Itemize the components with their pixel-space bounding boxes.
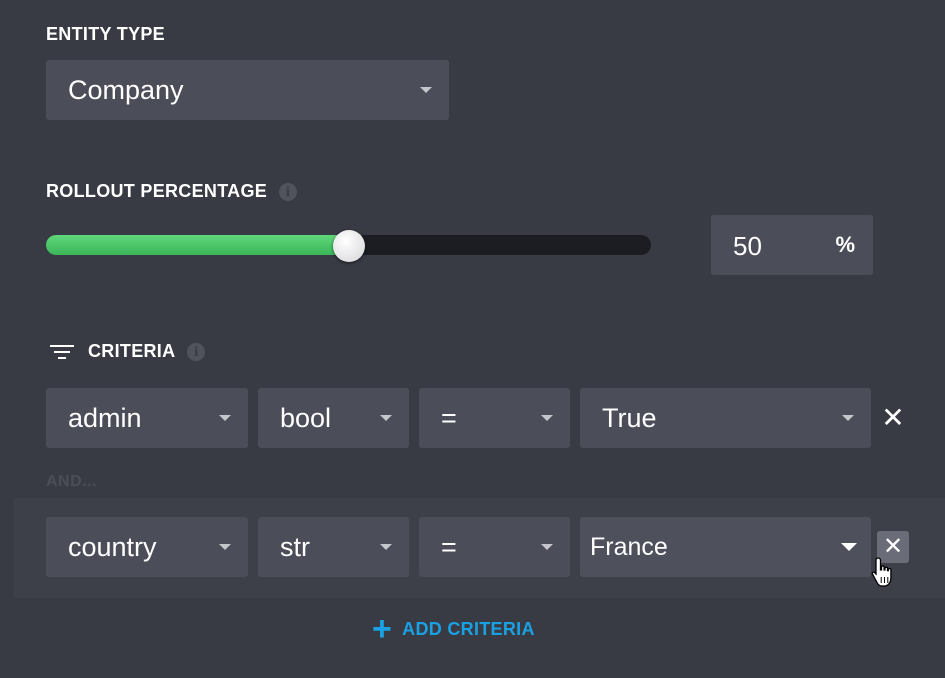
criteria-value-select[interactable]: True xyxy=(580,388,871,448)
info-icon[interactable]: i xyxy=(279,182,298,201)
info-icon[interactable]: i xyxy=(187,342,206,361)
criteria-operator-select[interactable]: = xyxy=(419,388,570,448)
entity-type-select[interactable]: Company xyxy=(46,60,449,120)
criteria-value-value: True xyxy=(602,402,657,433)
rollout-slider-fill xyxy=(46,235,349,255)
entity-type-value: Company xyxy=(68,74,184,105)
criteria-value-select[interactable]: France xyxy=(580,517,871,577)
criteria-field-select[interactable]: country xyxy=(46,517,248,577)
criteria-operator-select[interactable]: = xyxy=(419,517,570,577)
criteria-field-select[interactable]: admin xyxy=(46,388,248,448)
criteria-label-text: CRITERIA xyxy=(88,341,176,361)
percent-unit: % xyxy=(835,232,855,257)
chevron-down-icon xyxy=(420,87,432,93)
criteria-type-value: bool xyxy=(280,402,332,433)
chevron-down-icon xyxy=(842,415,854,421)
criteria-field-value: country xyxy=(68,531,157,562)
remove-criteria-button[interactable]: ✕ xyxy=(880,404,906,432)
chevron-down-icon xyxy=(380,415,392,421)
entity-type-label: ENTITY TYPE xyxy=(46,24,165,45)
criteria-type-select[interactable]: bool xyxy=(258,388,409,448)
entity-type-label-text: ENTITY TYPE xyxy=(46,24,165,44)
hand-pointer-icon xyxy=(871,557,892,587)
chevron-down-icon xyxy=(219,544,231,550)
chevron-down-icon xyxy=(219,415,231,421)
criteria-operator-value: = xyxy=(441,402,457,433)
chevron-down-icon xyxy=(541,544,553,550)
and-label: AND... xyxy=(46,473,97,490)
plus-icon: + xyxy=(372,610,393,648)
criteria-type-select[interactable]: str xyxy=(258,517,409,577)
criteria-field-value: admin xyxy=(68,402,142,433)
criteria-label: CRITERIA i xyxy=(50,341,206,362)
rollout-percentage-value: 50 xyxy=(733,231,762,261)
rollout-percentage-input[interactable]: 50 % xyxy=(711,215,873,275)
chevron-down-icon xyxy=(841,543,857,551)
rollout-percentage-label-text: ROLLOUT PERCENTAGE xyxy=(46,181,268,201)
criteria-value-value: France xyxy=(590,532,668,561)
criteria-type-value: str xyxy=(280,531,310,562)
filter-icon xyxy=(50,344,74,359)
chevron-down-icon xyxy=(380,544,392,550)
add-criteria-button[interactable]: + ADD CRITERIA xyxy=(372,610,535,648)
rollout-percentage-label: ROLLOUT PERCENTAGE i xyxy=(46,181,298,202)
rollout-slider-handle[interactable] xyxy=(332,230,365,262)
add-criteria-label: ADD CRITERIA xyxy=(402,618,535,639)
chevron-down-icon xyxy=(541,415,553,421)
criteria-operator-value: = xyxy=(441,531,457,562)
